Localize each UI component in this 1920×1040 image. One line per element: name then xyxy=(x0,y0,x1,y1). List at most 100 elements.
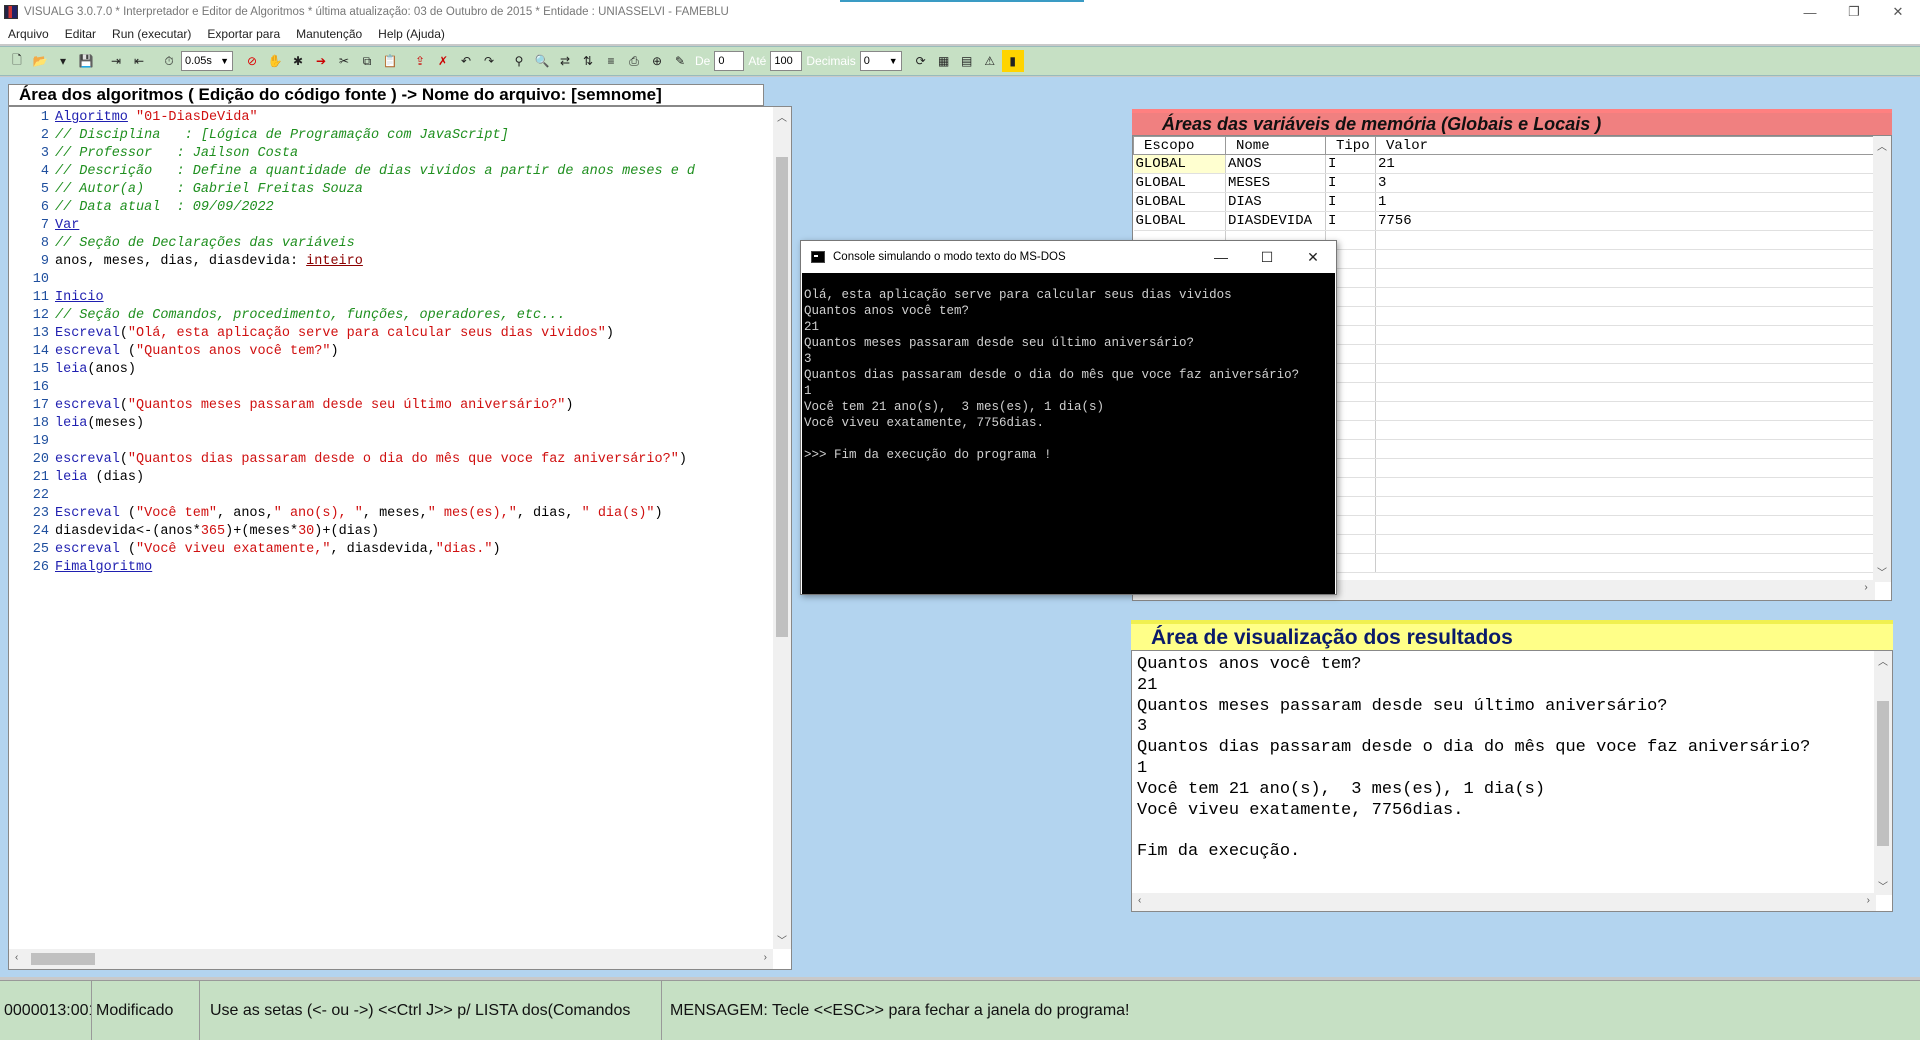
stop-icon[interactable]: ⊘ xyxy=(241,50,263,72)
code-line[interactable]: 22 xyxy=(9,487,773,505)
code-line[interactable]: 8 // Seção de Declarações das variáveis xyxy=(9,235,773,253)
col-valor[interactable]: Valor xyxy=(1375,136,1876,155)
table-row[interactable]: GLOBAL DIAS I 1 xyxy=(1133,192,1876,212)
scroll-up-icon[interactable]: ︿ xyxy=(1877,138,1887,154)
scroll-right-icon[interactable]: › xyxy=(1863,583,1869,594)
breakpoint-icon[interactable]: ✱ xyxy=(287,50,309,72)
format-icon[interactable]: ≡ xyxy=(600,50,622,72)
scroll-up-icon[interactable]: ︿ xyxy=(1878,653,1888,668)
console-body[interactable]: Olá, esta aplicação serve para calcular … xyxy=(802,273,1335,594)
menu-manutencao[interactable]: Manutenção xyxy=(288,27,370,41)
refresh-icon[interactable]: ⟳ xyxy=(910,50,932,72)
export-icon[interactable]: ⇪ xyxy=(409,50,431,72)
results-horizontal-scrollbar[interactable]: ‹ › xyxy=(1132,893,1876,911)
code-line[interactable]: 19 xyxy=(9,433,773,451)
code-line[interactable]: 5 // Autor(a) : Gabriel Freitas Souza xyxy=(9,181,773,199)
scroll-right-icon[interactable]: › xyxy=(1867,895,1870,906)
magic-icon[interactable]: ✎ xyxy=(669,50,691,72)
table-row[interactable]: GLOBAL ANOS I 21 xyxy=(1133,154,1876,174)
undo-icon[interactable]: ↶ xyxy=(455,50,477,72)
sort-icon[interactable]: ⇅ xyxy=(577,50,599,72)
code-line[interactable]: 15 leia(anos) xyxy=(9,361,773,379)
code-line[interactable]: 13 Escreval("Olá, esta aplicação serve pa… xyxy=(9,325,773,343)
menu-arquivo[interactable]: Arquivo xyxy=(0,27,57,41)
paste-icon[interactable]: 📋 xyxy=(379,50,401,72)
editor-hscroll-thumb[interactable] xyxy=(31,953,95,965)
copy-icon[interactable]: ⧉ xyxy=(356,50,378,72)
menu-run[interactable]: Run (executar) xyxy=(104,27,199,41)
scroll-up-icon[interactable]: ︿ xyxy=(777,109,787,124)
menu-exportar[interactable]: Exportar para xyxy=(199,27,288,41)
close-button[interactable]: ✕ xyxy=(1876,0,1920,24)
results-vscroll-thumb[interactable] xyxy=(1877,701,1889,846)
console-maximize-button[interactable]: ☐ xyxy=(1244,241,1290,273)
console-window[interactable]: Console simulando o modo texto do MS-DOS… xyxy=(800,240,1337,595)
ate-input[interactable]: 100 xyxy=(770,51,803,71)
console-close-button[interactable]: ✕ xyxy=(1290,241,1336,273)
delete-icon[interactable]: ✗ xyxy=(432,50,454,72)
variables-vertical-scrollbar[interactable]: ︿ ﹀ xyxy=(1873,136,1891,582)
hand-icon[interactable]: ✋ xyxy=(264,50,286,72)
code-line[interactable]: 10 xyxy=(9,271,773,289)
binoculars-icon[interactable]: ⚲ xyxy=(508,50,530,72)
col-nome[interactable]: Nome xyxy=(1225,136,1326,155)
calculator-icon[interactable]: ▦ xyxy=(933,50,955,72)
code-line[interactable]: 23 Escreval ("Você tem", anos," ano(s), "… xyxy=(9,505,773,523)
new-file-icon[interactable]: 🗋 xyxy=(6,50,28,72)
code-line[interactable]: 24 diasdevida<-(anos*365)+(meses*30)+(dia… xyxy=(9,523,773,541)
help-icon[interactable]: ⚠ xyxy=(979,50,1001,72)
code-line[interactable]: 7 Var xyxy=(9,217,773,235)
scroll-right-icon[interactable]: › xyxy=(764,952,767,963)
code-line[interactable]: 26 Fimalgoritmo xyxy=(9,559,773,577)
scroll-down-icon[interactable]: ﹀ xyxy=(1877,564,1887,580)
book-icon[interactable]: ▮ xyxy=(1001,50,1024,72)
code-line[interactable]: 2 // Disciplina : [Lógica de Programação … xyxy=(9,127,773,145)
minimize-button[interactable]: — xyxy=(1788,0,1832,24)
code-line[interactable]: 20 escreval("Quantos dias passaram desde … xyxy=(9,451,773,469)
scroll-down-icon[interactable]: ﹀ xyxy=(777,932,787,947)
code-line[interactable]: 14 escreval ("Quantos anos você tem?") xyxy=(9,343,773,361)
scroll-left-icon[interactable]: ‹ xyxy=(1138,895,1141,906)
print-icon[interactable]: ⎙ xyxy=(623,50,645,72)
code-lines[interactable]: 1 Algoritmo "01-DiasDeVida" 2 // Disciplina… xyxy=(9,107,773,949)
results-vertical-scrollbar[interactable]: ︿ ﹀ xyxy=(1874,651,1892,895)
editor-horizontal-scrollbar[interactable]: ‹ › xyxy=(9,949,773,969)
editor-vertical-scrollbar[interactable]: ︿ ﹀ xyxy=(773,107,791,949)
col-escopo[interactable]: Escopo xyxy=(1133,136,1226,155)
code-line[interactable]: 9 anos, meses, dias, diasdevida: inteiro xyxy=(9,253,773,271)
cut-icon[interactable]: ✂ xyxy=(333,50,355,72)
open-folder-icon[interactable]: 📂 xyxy=(29,50,51,72)
dropdown-arrow-icon[interactable]: ▾ xyxy=(52,50,74,72)
console-minimize-button[interactable]: — xyxy=(1198,241,1244,273)
table-row[interactable]: GLOBAL DIASDEVIDA I 7756 xyxy=(1133,211,1876,231)
code-line[interactable]: 6 // Data atual : 09/09/2022 xyxy=(9,199,773,217)
code-line[interactable]: 17 escreval("Quantos meses passaram desde… xyxy=(9,397,773,415)
code-line[interactable]: 3 // Professor : Jailson Costa xyxy=(9,145,773,163)
scroll-left-icon[interactable]: ‹ xyxy=(15,952,18,963)
unindent-icon[interactable]: ⇤ xyxy=(128,50,150,72)
menu-help[interactable]: Help (Ajuda) xyxy=(370,27,453,41)
results-panel[interactable]: Quantos anos você tem? 21 Quantos meses … xyxy=(1131,650,1893,912)
speed-select[interactable]: 0.05s ▼ xyxy=(181,51,233,71)
zoom-icon[interactable]: ⊕ xyxy=(646,50,668,72)
code-line[interactable]: 1 Algoritmo "01-DiasDeVida" xyxy=(9,109,773,127)
restore-button[interactable]: ❐ xyxy=(1832,0,1876,24)
code-editor[interactable]: 1 Algoritmo "01-DiasDeVida" 2 // Disciplina… xyxy=(8,106,792,970)
timer-icon[interactable]: ⏱ xyxy=(158,50,180,72)
code-line[interactable]: 11 Inicio xyxy=(9,289,773,307)
de-input[interactable]: 0 xyxy=(714,51,745,71)
scroll-down-icon[interactable]: ﹀ xyxy=(1878,878,1888,893)
console-title-bar[interactable]: Console simulando o modo texto do MS-DOS… xyxy=(801,241,1336,273)
menu-editar[interactable]: Editar xyxy=(57,27,104,41)
code-line[interactable]: 12 // Seção de Comandos, procedimento, fu… xyxy=(9,307,773,325)
code-line[interactable]: 18 leia(meses) xyxy=(9,415,773,433)
code-line[interactable]: 25 escreval ("Você viveu exatamente,", di… xyxy=(9,541,773,559)
code-line[interactable]: 21 leia (dias) xyxy=(9,469,773,487)
redo-icon[interactable]: ↷ xyxy=(478,50,500,72)
table-icon[interactable]: ▤ xyxy=(956,50,978,72)
code-line[interactable]: 16 xyxy=(9,379,773,397)
indent-icon[interactable]: ⇥ xyxy=(105,50,127,72)
table-row[interactable]: GLOBAL MESES I 3 xyxy=(1133,173,1876,193)
col-tipo[interactable]: Tipo xyxy=(1325,136,1376,155)
replace-icon[interactable]: ⇄ xyxy=(554,50,576,72)
